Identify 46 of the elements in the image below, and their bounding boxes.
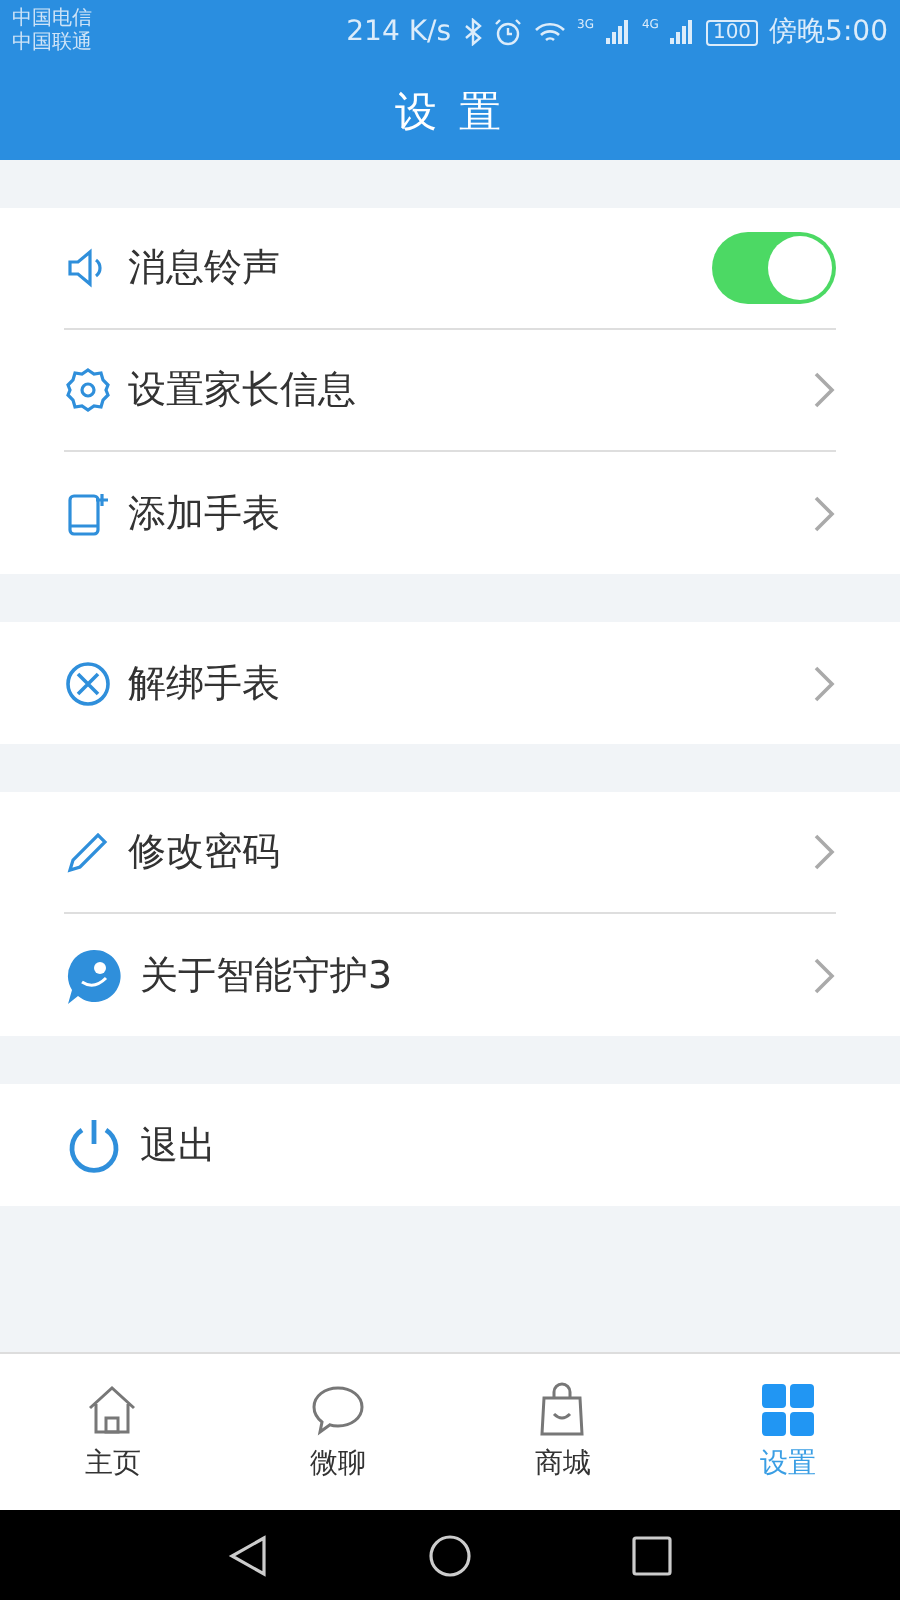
gear-icon <box>64 366 112 414</box>
settings-row[interactable]: 修改密码 <box>64 792 836 914</box>
row-label: 消息铃声 <box>128 244 282 294</box>
clock-time: 傍晚5:00 <box>769 14 888 50</box>
recent-apps-icon[interactable] <box>632 1535 672 1575</box>
settings-row[interactable]: 添加手表 <box>64 452 836 574</box>
wifi-icon <box>533 19 566 45</box>
signal-icon <box>670 20 695 44</box>
tab-item[interactable]: 商城 <box>450 1354 675 1510</box>
bluetooth-icon <box>463 18 482 46</box>
row-label: 设置家长信息 <box>128 366 358 416</box>
signal-icon <box>605 20 630 44</box>
alarm-icon <box>493 18 522 46</box>
chat-face-icon <box>64 945 124 1005</box>
power-icon <box>64 1115 124 1175</box>
home-icon <box>84 1382 141 1438</box>
row-label: 退出 <box>140 1121 218 1171</box>
page-title: 设 置 <box>395 86 505 140</box>
chevron-icon <box>812 493 836 533</box>
settings-row[interactable]: 设置家长信息 <box>64 330 836 452</box>
chevron-icon <box>812 955 836 995</box>
network-speed: 214 K/s <box>346 16 452 48</box>
chevron-icon <box>812 663 836 703</box>
chevron-icon <box>812 370 836 410</box>
settings-row[interactable]: 关于智能守护3 <box>64 914 836 1036</box>
carrier-name: 中国电信 <box>12 8 92 31</box>
toggle-switch[interactable] <box>712 232 836 304</box>
row-label: 关于智能守护3 <box>140 951 395 1001</box>
back-icon[interactable] <box>228 1533 268 1577</box>
grid-icon <box>759 1382 816 1438</box>
row-label: 解绑手表 <box>128 659 282 709</box>
phone-add-icon <box>64 489 112 537</box>
row-label: 修改密码 <box>128 828 282 878</box>
cross-circle-icon <box>64 659 112 707</box>
pencil-icon <box>64 828 112 876</box>
row-label: 添加手表 <box>128 489 282 539</box>
home-circle-icon[interactable] <box>428 1533 472 1577</box>
tab-item[interactable]: 微聊 <box>225 1354 450 1510</box>
tab-item[interactable]: 主页 <box>0 1354 225 1510</box>
settings-row[interactable]: 退出 <box>64 1084 836 1206</box>
chat-bubble-icon <box>309 1382 366 1438</box>
chevron-icon <box>812 832 836 872</box>
settings-row[interactable]: 解绑手表 <box>64 622 836 744</box>
carrier-name: 中国联通 <box>12 32 92 56</box>
battery-level: 100 <box>706 19 758 45</box>
settings-row[interactable]: 消息铃声 <box>64 208 836 330</box>
